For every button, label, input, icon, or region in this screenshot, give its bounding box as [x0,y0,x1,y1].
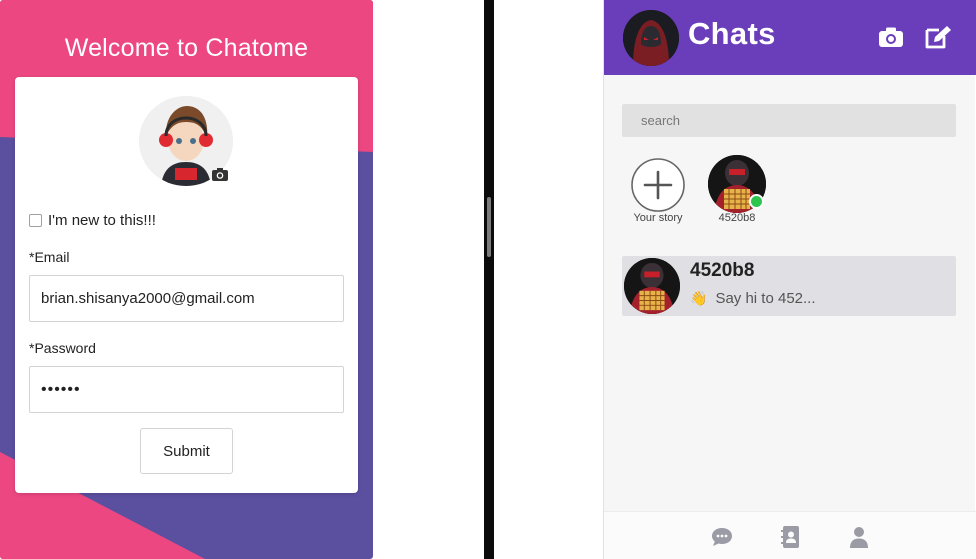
compose-icon[interactable] [924,24,952,50]
chat-list-item[interactable]: 4520b8 👋 Say hi to 452... [622,256,956,316]
new-user-row[interactable]: I'm new to this!!! [29,211,156,229]
chat-preview-text: Say hi to 452... [715,290,816,307]
wave-icon: 👋 [690,290,708,306]
search-input[interactable]: search [622,104,956,137]
divider-handle[interactable] [487,197,491,257]
login-card: I'm new to this!!! *Email brian.shisanya… [15,77,358,493]
chat-avatar [624,258,680,314]
split-divider[interactable] [484,0,494,559]
online-indicator [749,194,764,209]
new-user-checkbox[interactable] [29,213,42,227]
welcome-title: Welcome to Chatome [64,34,309,62]
camera-icon[interactable] [211,167,229,182]
page-title: Chats [688,16,776,51]
contacts-icon[interactable] [779,525,803,549]
email-field[interactable]: brian.shisanya2000@gmail.com [29,275,344,322]
story-label: 4520b8 [718,212,756,224]
new-user-label: I'm new to this!!! [48,211,156,229]
story-label: Your story [633,212,683,224]
user-avatar[interactable] [623,10,679,66]
chat-preview: 👋 Say hi to 452... [690,290,816,307]
login-panel: Welcome to Chatome I'm new to this!!! *E… [0,0,373,559]
profile-icon[interactable] [847,525,871,549]
email-label: *Email [29,249,70,265]
password-field[interactable]: •••••• [29,366,344,413]
chats-header: Chats [604,0,976,75]
add-story-button[interactable] [630,157,686,213]
camera-icon[interactable] [878,26,904,48]
chat-bubble-icon[interactable] [710,525,734,549]
robot-avatar-icon [624,258,680,314]
chats-panel: Chats search Your story 4520b8 4520b8 👋 … [603,0,976,559]
submit-button[interactable]: Submit [140,428,233,474]
screen: Welcome to Chatome I'm new to this!!! *E… [0,0,976,559]
password-label: *Password [29,340,96,356]
hooded-avatar-icon [623,10,679,66]
bottom-nav [604,511,976,559]
chat-name: 4520b8 [690,260,755,281]
